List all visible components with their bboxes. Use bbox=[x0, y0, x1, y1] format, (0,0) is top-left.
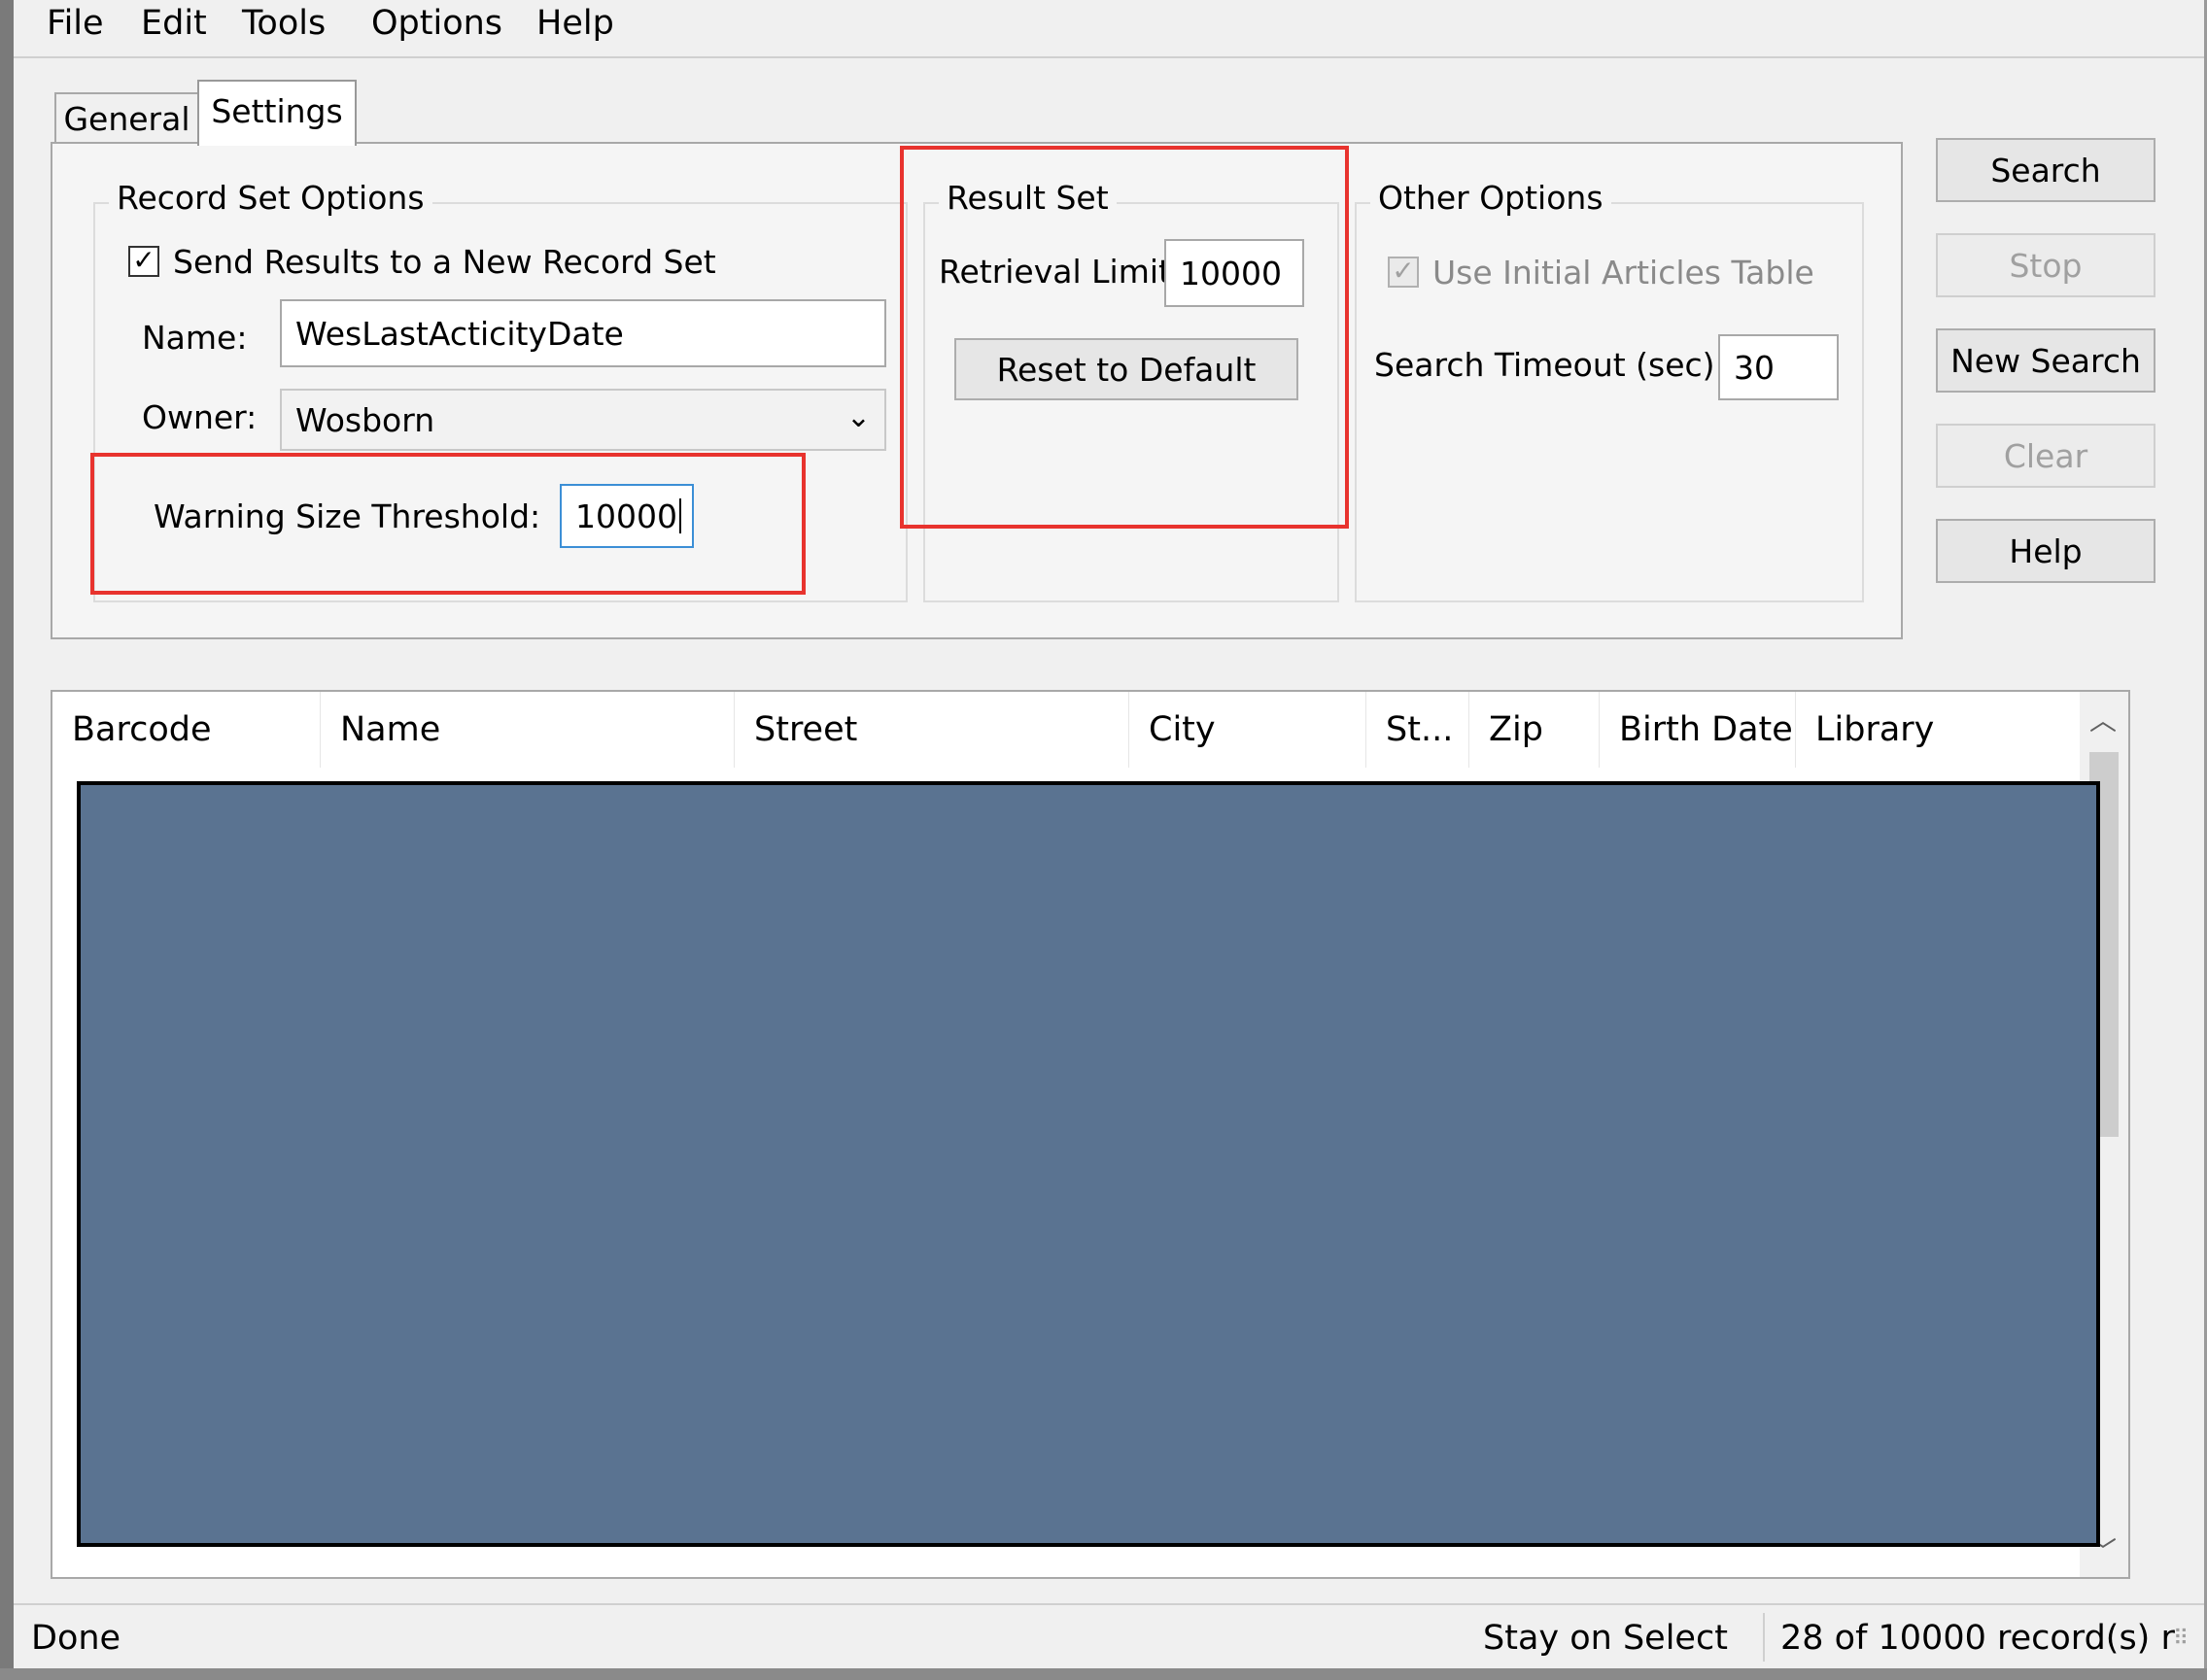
column-header-name[interactable]: Name bbox=[321, 692, 735, 768]
tab-general[interactable]: General bbox=[54, 92, 199, 145]
send-results-checkbox[interactable]: ✓ bbox=[128, 246, 159, 277]
window-frame-bottom bbox=[0, 1668, 2207, 1680]
column-header-zip[interactable]: Zip bbox=[1469, 692, 1600, 768]
stop-button[interactable]: Stop bbox=[1936, 233, 2155, 297]
column-header-library[interactable]: Library bbox=[1796, 692, 2082, 768]
owner-select-value: Wosborn bbox=[295, 400, 435, 439]
column-header-birth-date[interactable]: Birth Date bbox=[1600, 692, 1796, 768]
status-bar: Done Stay on Select 28 of 10000 record(s… bbox=[14, 1603, 2204, 1665]
menu-bar: File Edit Tools Options Help bbox=[14, 0, 2204, 58]
send-results-label: Send Results to a New Record Set bbox=[173, 243, 716, 281]
status-stay-on-select: Stay on Select bbox=[1483, 1619, 1728, 1658]
new-search-button[interactable]: New Search bbox=[1936, 328, 2155, 393]
chevron-down-icon: ⌄ bbox=[845, 400, 871, 434]
search-timeout-label: Search Timeout (sec): bbox=[1374, 346, 1726, 384]
name-label: Name: bbox=[142, 319, 248, 357]
menu-file[interactable]: File bbox=[47, 4, 104, 43]
result-set-highlight bbox=[900, 146, 1349, 529]
menu-edit[interactable]: Edit bbox=[141, 4, 207, 43]
initial-articles-label: Use Initial Articles Table bbox=[1432, 254, 1814, 291]
menu-options[interactable]: Options bbox=[371, 4, 502, 43]
clear-button[interactable]: Clear bbox=[1936, 424, 2155, 488]
other-options-title: Other Options bbox=[1370, 179, 1611, 217]
chevron-up-icon[interactable]: ︿ bbox=[2089, 700, 2117, 738]
search-timeout-input[interactable]: 30 bbox=[1718, 334, 1839, 400]
tab-settings[interactable]: Settings bbox=[197, 80, 357, 146]
window-frame-left bbox=[0, 0, 14, 1680]
warning-threshold-highlight bbox=[90, 453, 806, 595]
column-header-state[interactable]: St... bbox=[1366, 692, 1469, 768]
resize-grip-icon[interactable]: ⠿ bbox=[2173, 1627, 2189, 1651]
menu-tools[interactable]: Tools bbox=[242, 4, 326, 43]
help-button[interactable]: Help bbox=[1936, 519, 2155, 583]
column-header-street[interactable]: Street bbox=[735, 692, 1129, 768]
status-separator bbox=[1763, 1613, 1765, 1662]
status-done: Done bbox=[31, 1619, 121, 1658]
status-record-count: 28 of 10000 record(s) r bbox=[1780, 1619, 2175, 1658]
column-header-barcode[interactable]: Barcode bbox=[52, 692, 321, 768]
record-set-options-title: Record Set Options bbox=[109, 179, 432, 217]
search-button[interactable]: Search bbox=[1936, 138, 2155, 202]
settings-panel: Record Set Options ✓ Send Results to a N… bbox=[51, 142, 1903, 639]
record-set-name-input[interactable]: WesLastActicityDate bbox=[280, 299, 886, 367]
menu-help[interactable]: Help bbox=[536, 4, 614, 43]
redacted-results-area bbox=[77, 781, 2100, 1547]
column-header-city[interactable]: City bbox=[1129, 692, 1366, 768]
owner-label: Owner: bbox=[142, 398, 258, 436]
initial-articles-checkbox[interactable]: ✓ bbox=[1388, 257, 1419, 288]
owner-select[interactable]: Wosborn ⌄ bbox=[280, 389, 886, 451]
